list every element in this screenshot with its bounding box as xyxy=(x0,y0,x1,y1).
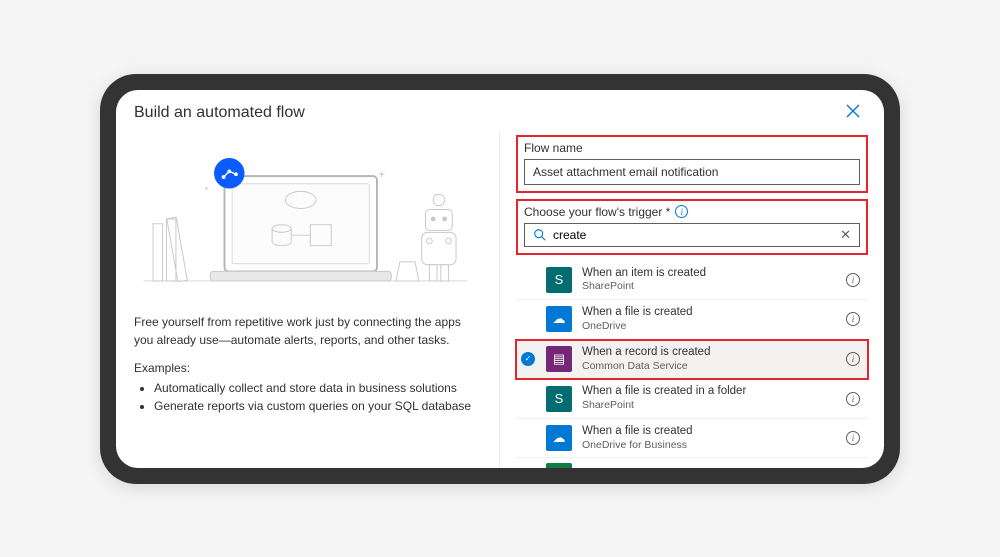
illustration xyxy=(134,139,477,299)
trigger-item[interactable]: S When an item is created SharePoint i xyxy=(516,261,868,301)
dialog-title: Build an automated flow xyxy=(134,104,305,122)
planner-icon: ✓ xyxy=(546,463,572,467)
dialog-body: Free yourself from repetitive work just … xyxy=(116,131,884,468)
trigger-sub: SharePoint xyxy=(582,399,836,413)
flow-name-highlight: Flow name xyxy=(516,135,868,193)
info-icon[interactable]: i xyxy=(846,431,860,445)
flow-name-label: Flow name xyxy=(524,141,860,155)
flow-name-input[interactable] xyxy=(524,159,860,185)
search-icon xyxy=(533,228,547,242)
clear-search-button[interactable]: ✕ xyxy=(840,227,851,243)
trigger-item-selected[interactable]: ✓ ▤ When a record is created Common Data… xyxy=(516,340,868,380)
trigger-sub: Common Data Service xyxy=(582,360,836,374)
info-icon[interactable]: i xyxy=(675,205,688,218)
trigger-search-input[interactable] xyxy=(553,228,834,242)
trigger-title: When a file is created in a folder xyxy=(582,384,836,399)
trigger-text: When a file is created OneDrive xyxy=(582,305,836,334)
dialog-window: Build an automated flow xyxy=(116,90,884,468)
trigger-section-highlight: Choose your flow's trigger * i ✕ xyxy=(516,199,868,255)
onedrive-icon: ☁ xyxy=(546,306,572,332)
trigger-title: When a file is created xyxy=(582,305,836,320)
info-icon[interactable]: i xyxy=(846,312,860,326)
examples-label: Examples: xyxy=(134,361,477,375)
dialog-header: Build an automated flow xyxy=(116,90,884,131)
description-text: Free yourself from repetitive work just … xyxy=(134,313,477,349)
trigger-sub: SharePoint xyxy=(582,280,836,294)
device-frame: Build an automated flow xyxy=(100,74,900,484)
trigger-text: When an item is created SharePoint xyxy=(582,266,836,295)
trigger-search-wrap: ✕ xyxy=(524,223,860,247)
trigger-label-text: Choose your flow's trigger * xyxy=(524,205,670,219)
trigger-text: When a record is created Common Data Ser… xyxy=(582,345,836,374)
examples-list: Automatically collect and store data in … xyxy=(134,379,477,416)
radio-slot: ✓ xyxy=(520,352,536,366)
trigger-text: When a file is created in a folder Share… xyxy=(582,384,836,413)
check-icon: ✓ xyxy=(521,352,535,366)
trigger-title: When a record is created xyxy=(582,345,836,360)
trigger-label: Choose your flow's trigger * i xyxy=(524,205,860,219)
trigger-item[interactable]: ✓ When a new task is created xyxy=(516,458,868,467)
info-icon[interactable]: i xyxy=(846,352,860,366)
trigger-text: When a file is created OneDrive for Busi… xyxy=(582,424,836,453)
close-icon xyxy=(846,104,860,118)
trigger-sub: OneDrive for Business xyxy=(582,439,836,453)
info-icon[interactable]: i xyxy=(846,273,860,287)
trigger-title: When an item is created xyxy=(582,266,836,281)
close-button[interactable] xyxy=(840,102,866,125)
info-icon[interactable]: i xyxy=(846,392,860,406)
trigger-list: S When an item is created SharePoint i ☁… xyxy=(516,261,868,468)
example-item: Automatically collect and store data in … xyxy=(154,379,477,398)
sharepoint-icon: S xyxy=(546,386,572,412)
cds-icon: ▤ xyxy=(546,346,572,372)
example-item: Generate reports via custom queries on y… xyxy=(154,397,477,416)
trigger-item[interactable]: ☁ When a file is created OneDrive for Bu… xyxy=(516,419,868,459)
right-panel: Flow name Choose your flow's trigger * i… xyxy=(500,131,884,468)
left-panel: Free yourself from repetitive work just … xyxy=(116,131,500,468)
sharepoint-icon: S xyxy=(546,267,572,293)
onedrive-business-icon: ☁ xyxy=(546,425,572,451)
trigger-item[interactable]: ☁ When a file is created OneDrive i xyxy=(516,300,868,340)
trigger-sub: OneDrive xyxy=(582,320,836,334)
trigger-item[interactable]: S When a file is created in a folder Sha… xyxy=(516,379,868,419)
trigger-title: When a file is created xyxy=(582,424,836,439)
